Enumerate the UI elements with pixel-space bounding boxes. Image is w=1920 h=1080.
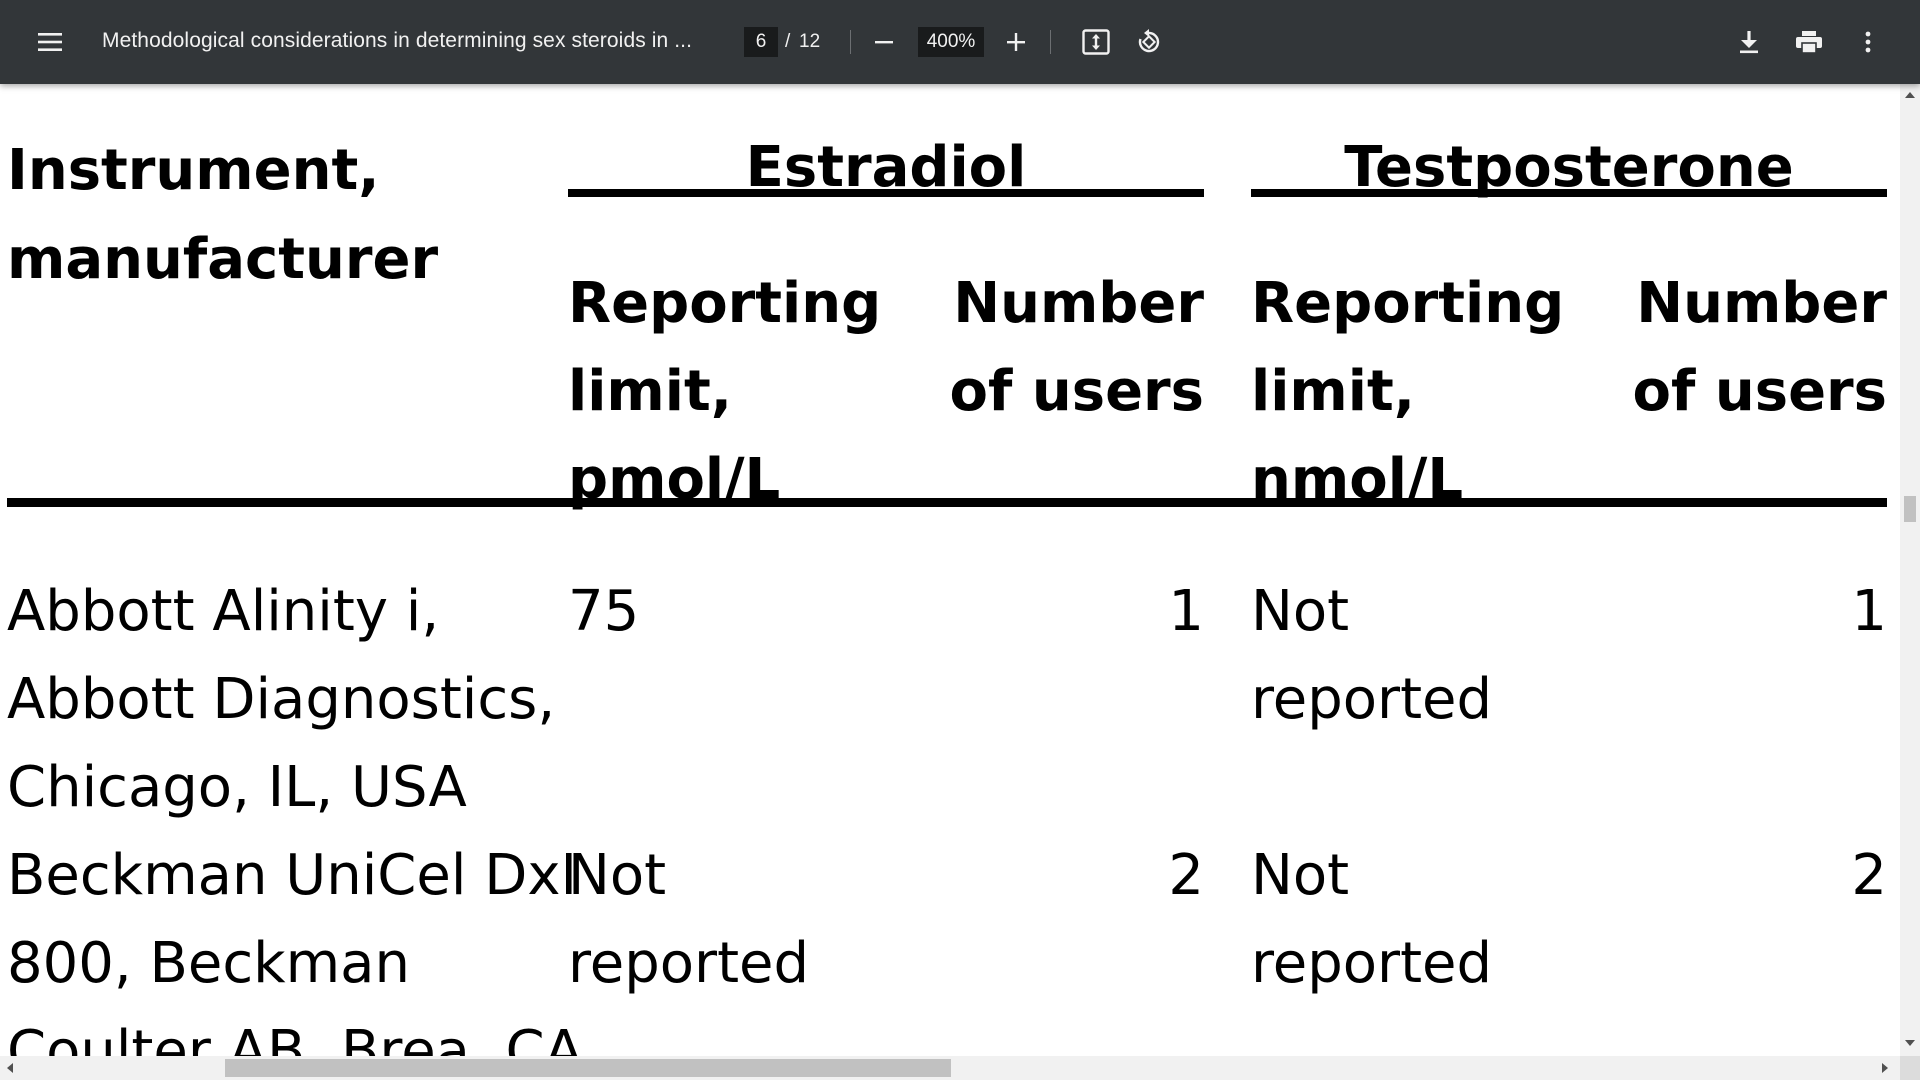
row1-instrument-line3: Chicago, IL, USA (7, 755, 467, 820)
row2-testosterone-limit-line1: Not (1251, 843, 1350, 908)
header-bottom-rule (7, 498, 1887, 507)
row1-instrument-line2: Abbott Diagnostics, (7, 667, 556, 732)
row2-instrument-line3: Coulter AB, Brea, CA, (7, 1019, 601, 1056)
row2-instrument-line2: 800, Beckman (7, 931, 410, 996)
minus-icon (875, 41, 893, 44)
download-button[interactable] (1729, 22, 1769, 62)
horizontal-scrollbar[interactable] (0, 1056, 1900, 1080)
row2-instrument-line1: Beckman UniCel DxI (7, 843, 577, 908)
estradiol-limit-header-line3: pmol/L (568, 447, 781, 512)
scrollbar-corner (1900, 1056, 1920, 1080)
row2-estradiol-limit-line1: Not (568, 843, 667, 908)
row1-testosterone-limit-line1: Not (1251, 579, 1350, 644)
scroll-down-arrow-icon[interactable] (1905, 1040, 1915, 1046)
vertical-scroll-thumb[interactable] (1904, 496, 1916, 522)
scroll-left-arrow-icon[interactable] (7, 1063, 13, 1073)
estradiol-users-header-line2: of users (949, 359, 1204, 424)
vertical-scrollbar[interactable] (1900, 84, 1920, 1056)
download-icon (1740, 31, 1758, 54)
group-header-testosterone: Testposterone (1344, 135, 1794, 200)
testosterone-users-header-line2: of users (1632, 359, 1887, 424)
rotate-button[interactable] (1129, 22, 1169, 62)
toolbar-divider (1050, 30, 1051, 54)
plus-icon (1007, 33, 1025, 51)
document-title: Methodological considerations in determi… (102, 29, 693, 52)
more-actions-button[interactable] (1848, 22, 1888, 62)
row1-estradiol-users: 1 (1168, 579, 1204, 644)
estradiol-limit-header-line2: limit, (568, 359, 732, 424)
page-total: 12 (799, 31, 821, 52)
row2-testosterone-users: 2 (1851, 843, 1887, 908)
horizontal-scroll-thumb[interactable] (225, 1059, 951, 1077)
testosterone-users-header-line1: Number (1636, 271, 1887, 336)
testosterone-limit-header-line3: nmol/L (1251, 447, 1464, 512)
rotate-icon (1138, 29, 1160, 53)
page-number-input[interactable] (744, 27, 778, 57)
header-instrument-line1: Instrument, (7, 138, 380, 203)
testosterone-limit-header-line1: Reporting (1251, 271, 1565, 336)
group-header-estradiol: Estradiol (745, 135, 1027, 200)
estradiol-group-rule (568, 189, 1204, 197)
estradiol-users-header-line1: Number (953, 271, 1204, 336)
toolbar-divider (850, 30, 851, 54)
page-separator: / (785, 31, 791, 52)
row2-estradiol-users: 2 (1168, 843, 1204, 908)
print-button[interactable] (1789, 22, 1829, 62)
testosterone-limit-header-line2: limit, (1251, 359, 1415, 424)
row1-instrument-line1: Abbott Alinity i, (7, 579, 440, 644)
pdf-toolbar: Methodological considerations in determi… (0, 0, 1920, 84)
testosterone-group-rule (1251, 189, 1887, 197)
row2-testosterone-limit-line2: reported (1251, 931, 1493, 996)
row1-testosterone-limit-line2: reported (1251, 667, 1493, 732)
zoom-level-input[interactable] (918, 27, 984, 57)
more-vertical-icon (1865, 31, 1871, 53)
scroll-up-arrow-icon[interactable] (1905, 92, 1915, 98)
fit-to-page-icon (1082, 29, 1110, 55)
estradiol-limit-header-line1: Reporting (568, 271, 882, 336)
menu-button[interactable] (30, 22, 70, 62)
pdf-page-viewport[interactable]: Instrument, manufacturer Estradiol Testp… (0, 84, 1900, 1056)
fit-to-page-button[interactable] (1076, 22, 1116, 62)
print-icon (1796, 31, 1822, 54)
hamburger-menu-icon (38, 33, 62, 51)
row1-testosterone-users: 1 (1851, 579, 1887, 644)
row1-estradiol-limit: 75 (568, 579, 640, 644)
header-instrument-line2: manufacturer (7, 227, 439, 292)
zoom-in-button[interactable] (996, 22, 1036, 62)
zoom-out-button[interactable] (864, 22, 904, 62)
scroll-right-arrow-icon[interactable] (1882, 1063, 1888, 1073)
row2-estradiol-limit-line2: reported (568, 931, 810, 996)
